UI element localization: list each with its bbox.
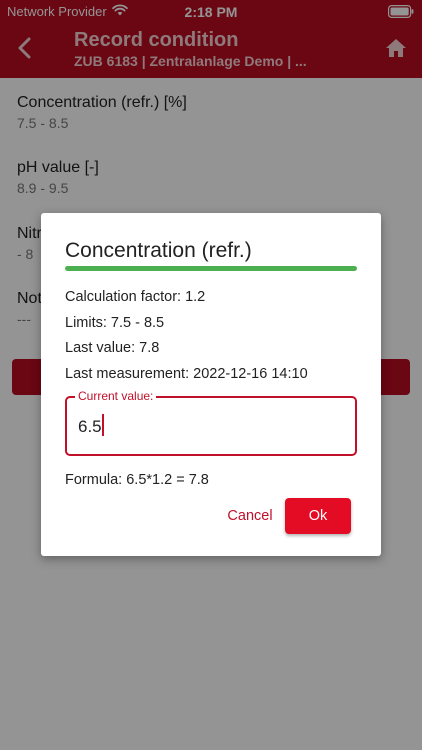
calculation-factor: Calculation factor: 1.2	[65, 289, 206, 305]
current-value-input[interactable]	[78, 414, 338, 440]
text-caret	[102, 414, 104, 436]
cancel-button[interactable]: Cancel	[214, 498, 286, 534]
limits: Limits: 7.5 - 8.5	[65, 315, 165, 331]
dialog-title: Concentration (refr.)	[65, 239, 252, 262]
current-value-field[interactable]: Current value:	[65, 389, 357, 456]
current-value-label: Current value:	[75, 389, 157, 403]
formula: Formula: 6.5*1.2 = 7.8	[65, 472, 209, 488]
last-value: Last value: 7.8	[65, 340, 160, 356]
last-measurement: Last measurement: 2022-12-16 14:10	[65, 366, 308, 382]
dialog-divider	[65, 266, 357, 271]
ok-button[interactable]: Ok	[285, 498, 351, 534]
record-value-dialog: Concentration (refr.) Calculation factor…	[41, 213, 381, 556]
